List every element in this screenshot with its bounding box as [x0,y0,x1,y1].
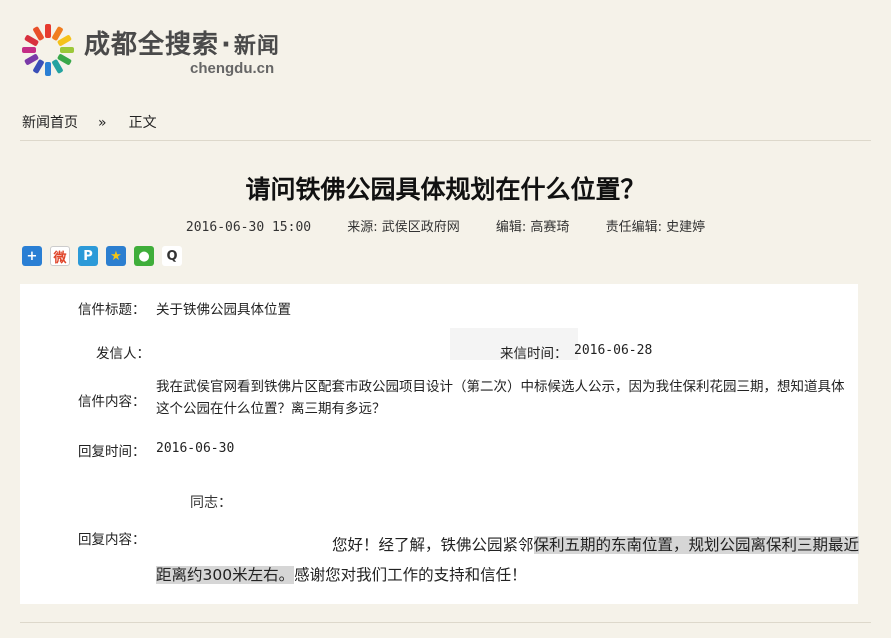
reply-time-value: 2016-06-30 [156,441,235,456]
reply-text-part1: 您好！经了解，铁佛公园紧邻 [332,536,534,554]
breadcrumb: 新闻首页 » 正文 [22,112,157,132]
title-dot: · [221,30,232,60]
site-domain: chengdu.cn [190,60,275,77]
article-chief-editor: 责任编辑: 史建婷 [605,220,706,235]
content-label: 信件内容： [78,394,146,410]
chengdu-logo-icon[interactable] [20,18,76,78]
plus-share-icon[interactable]: + [22,246,42,266]
reply-time-label: 回复时间： [78,444,146,460]
publish-date: 2016-06-30 15:00 [185,220,312,235]
weibo-icon[interactable]: 微 [50,246,70,266]
subject-label: 信件标题： [78,302,146,318]
site-title[interactable]: 成都全搜索·新闻 [84,24,280,61]
breadcrumb-separator: » [98,115,107,131]
breadcrumb-home-link[interactable]: 新闻首页 [22,115,78,131]
sender-label: 发信人： [96,346,150,362]
share-toolbar: + 微 P ★ ● Q [22,246,182,266]
site-header: 成都全搜索·新闻 chengdu.cn [20,12,420,84]
bottom-divider [20,622,871,623]
reply-text-part2: 感谢您对我们工作的支持和信任！ [294,566,527,584]
wechat-icon[interactable]: ● [134,246,154,266]
reply-greeting: 同志： [190,495,232,511]
article-editor: 编辑: 高赛琦 [495,220,570,235]
reply-label: 回复内容： [78,532,146,548]
tencent-weibo-icon[interactable]: P [78,246,98,266]
breadcrumb-current: 正文 [128,115,157,131]
site-name: 成都全搜索 [84,30,220,60]
site-section: 新闻 [233,34,280,59]
reply-body: 您好！经了解，铁佛公园紧邻保利五期的东南位置，规划公园离保利三期最近距离约300… [156,530,860,590]
article-meta: 2016-06-30 15:00 来源: 武侯区政府网 编辑: 高赛琦 责任编辑… [0,216,891,235]
qq-icon[interactable]: Q [162,246,182,266]
article-title: 请问铁佛公园具体规划在什么位置？ [245,175,646,204]
subject-value: 关于铁佛公园具体位置 [156,302,291,318]
received-value: 2016-06-28 [574,343,653,358]
article-source: 来源: 武侯区政府网 [347,220,460,235]
content-value: 我在武侯官网看到铁佛片区配套市政公园项目设计（第二次）中标候选人公示，因为我住保… [156,379,845,417]
top-divider [20,140,871,141]
letter-panel: 信件标题： 关于铁佛公园具体位置 发信人： 来信时间： 2016-06-28 信… [20,284,860,604]
qzone-icon[interactable]: ★ [106,246,126,266]
received-label: 来信时间： [500,346,568,362]
